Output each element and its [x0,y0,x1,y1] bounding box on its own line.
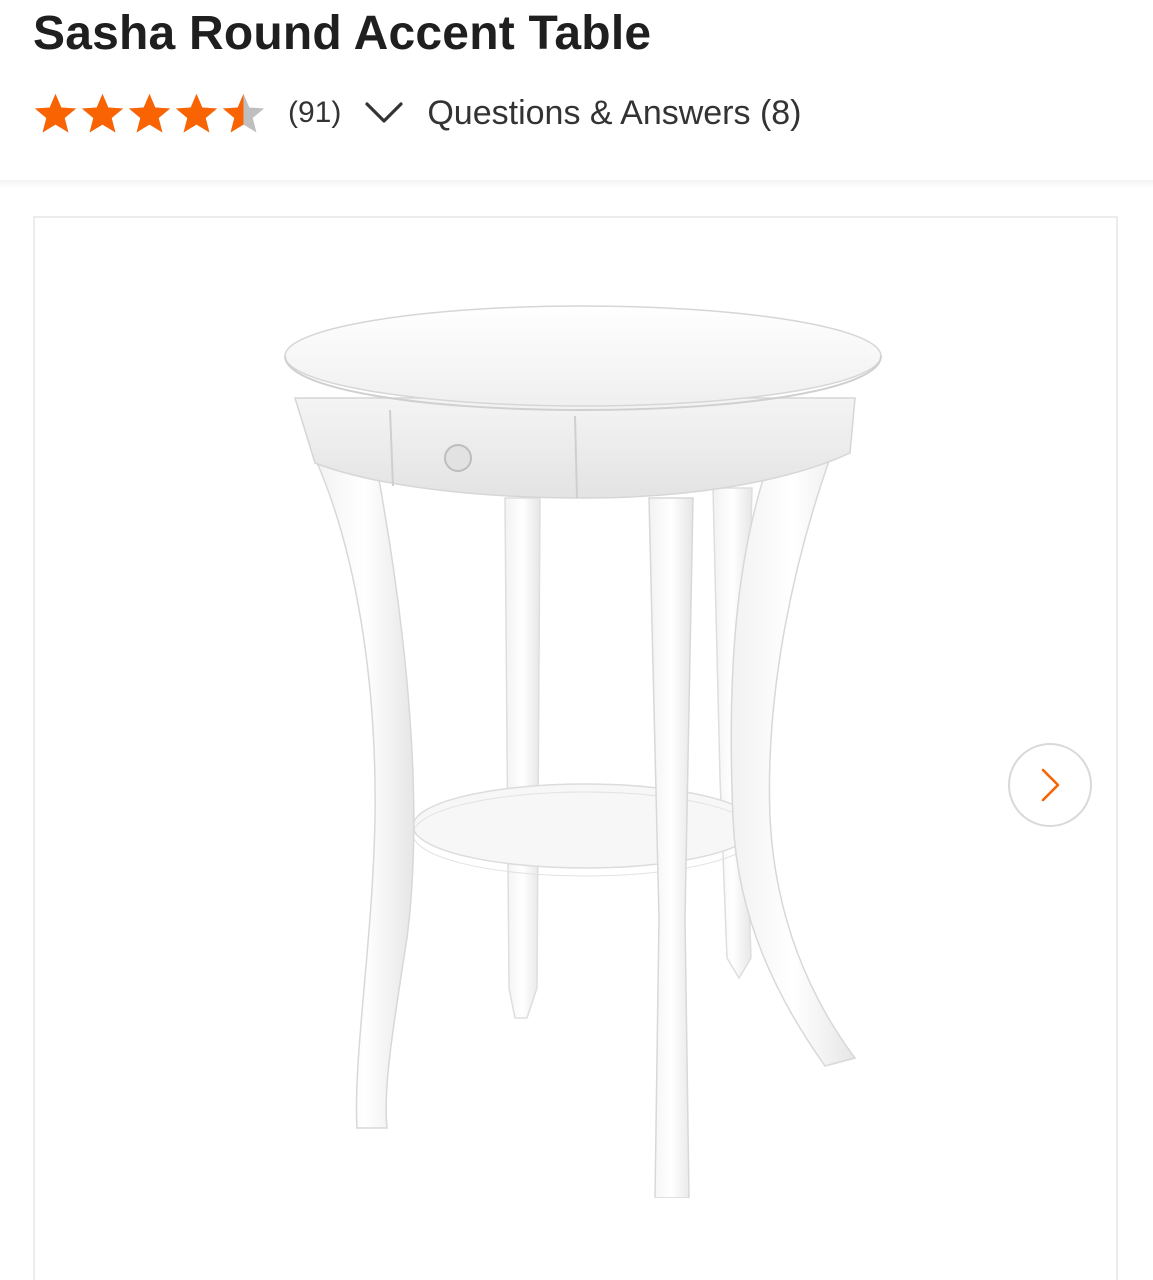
star-icon [81,93,124,132]
star-icon [128,93,171,132]
next-image-button[interactable] [1008,743,1092,827]
questions-answers-link[interactable]: Questions & Answers (8) [427,94,801,133]
chevron-right-icon [1041,768,1060,802]
star-icon [34,93,77,132]
rating-row: (91) Questions & Answers (8) [33,88,802,138]
header-divider [0,180,1153,188]
product-image-carousel[interactable] [33,216,1118,1280]
chevron-down-icon[interactable] [363,98,405,128]
star-icon [222,93,265,132]
product-image [284,305,882,1198]
star-icon [175,93,218,132]
review-count-link[interactable]: (91) [288,96,341,130]
product-title: Sasha Round Accent Table [33,7,652,60]
product-page: Sasha Round Accent Table (91) Questions … [0,0,1153,1280]
star-rating[interactable] [33,91,266,136]
